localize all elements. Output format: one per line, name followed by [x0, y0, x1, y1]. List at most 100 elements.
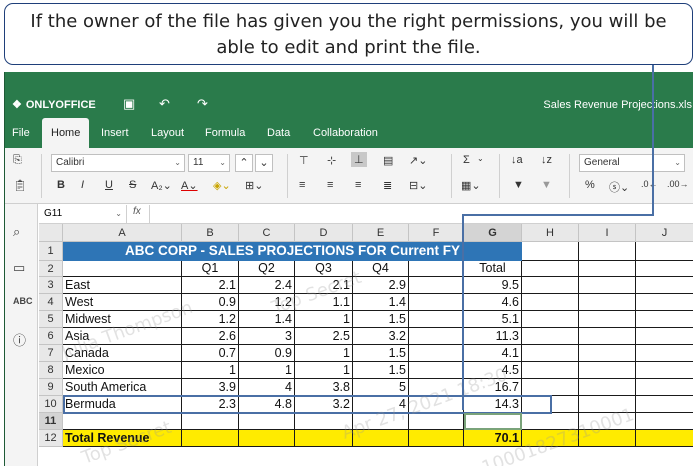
- paste-icon[interactable]: 📋︎: [13, 179, 27, 192]
- value-cell[interactable]: 0.9: [239, 345, 295, 362]
- merge-cells-icon[interactable]: ⊟⌄: [409, 179, 427, 192]
- align-bottom-icon[interactable]: ⊥: [351, 152, 367, 167]
- row-header[interactable]: 5: [39, 311, 63, 328]
- italic-button[interactable]: I: [81, 179, 84, 191]
- sheet-cell[interactable]: [522, 242, 579, 261]
- column-label-cell[interactable]: [63, 261, 182, 277]
- sheet-cell[interactable]: [409, 430, 464, 447]
- sort-ascending-icon[interactable]: ↓a: [511, 154, 523, 166]
- value-cell[interactable]: 2.5: [295, 328, 353, 345]
- align-top-icon[interactable]: ⊤: [299, 154, 309, 167]
- sheet-cell[interactable]: [522, 311, 579, 328]
- sheet-cell[interactable]: [295, 430, 353, 447]
- column-header[interactable]: H: [522, 224, 579, 242]
- comments-icon[interactable]: ▭: [13, 260, 25, 276]
- sheet-cell[interactable]: [579, 396, 636, 413]
- percent-button[interactable]: %: [585, 179, 595, 191]
- total-cell[interactable]: 5.1: [464, 311, 522, 328]
- total-cell[interactable]: 4.6: [464, 294, 522, 311]
- borders-icon[interactable]: ⊞⌄: [245, 179, 263, 192]
- sheet-cell[interactable]: [409, 362, 464, 379]
- column-header[interactable]: B: [182, 224, 239, 242]
- row-header[interactable]: 3: [39, 277, 63, 294]
- select-all-corner[interactable]: [39, 224, 63, 242]
- clear-filter-icon[interactable]: ▼: [541, 179, 552, 191]
- tab-home[interactable]: Home: [42, 118, 90, 148]
- sheet-cell[interactable]: [522, 328, 579, 345]
- value-cell[interactable]: 3.9: [182, 379, 239, 396]
- value-cell[interactable]: 2.1: [182, 277, 239, 294]
- column-label-cell[interactable]: Q1: [182, 261, 239, 277]
- value-cell[interactable]: 4.8: [239, 396, 295, 413]
- total-revenue-label[interactable]: Total Revenue: [63, 430, 182, 447]
- sheet-cell[interactable]: [579, 277, 636, 294]
- column-label-cell[interactable]: [522, 261, 579, 277]
- total-cell[interactable]: 4.1: [464, 345, 522, 362]
- sheet-cell[interactable]: [522, 396, 579, 413]
- region-cell[interactable]: Midwest: [63, 311, 182, 328]
- row-header[interactable]: 2: [39, 261, 63, 277]
- value-cell[interactable]: 5: [353, 379, 409, 396]
- spreadsheet-grid[interactable]: A B C D E F G H I J 1 2 3 4 5 6 7 8 9 10 11 12 ABC CORP - SALE…: [39, 224, 693, 466]
- currency-icon[interactable]: ⓢ⌄: [609, 179, 629, 195]
- region-cell[interactable]: Mexico: [63, 362, 182, 379]
- sheet-cell[interactable]: [636, 328, 693, 345]
- row-header[interactable]: 10: [39, 396, 63, 413]
- sheet-cell[interactable]: [409, 413, 464, 430]
- value-cell[interactable]: 2.4: [239, 277, 295, 294]
- sheet-cell[interactable]: [636, 311, 693, 328]
- column-label-cell[interactable]: [409, 261, 464, 277]
- sheet-cell[interactable]: [63, 413, 182, 430]
- row-header[interactable]: 6: [39, 328, 63, 345]
- sheet-title-banner[interactable]: ABC CORP - SALES PROJECTIONS FOR Current…: [63, 242, 522, 261]
- sheet-cell[interactable]: [636, 277, 693, 294]
- sheet-cell[interactable]: [464, 413, 522, 430]
- copy-icon[interactable]: ⎘: [13, 154, 22, 167]
- sheet-cell[interactable]: [409, 345, 464, 362]
- sheet-cell[interactable]: [522, 413, 579, 430]
- column-label-cell[interactable]: [579, 261, 636, 277]
- value-cell[interactable]: 1.2: [182, 311, 239, 328]
- underline-button[interactable]: U: [105, 179, 113, 191]
- undo-icon[interactable]: ↶: [159, 96, 170, 112]
- font-size-select[interactable]: 11 ⌄: [188, 154, 230, 172]
- sheet-cell[interactable]: [522, 277, 579, 294]
- value-cell[interactable]: 1.2: [239, 294, 295, 311]
- sheet-cell[interactable]: [522, 430, 579, 447]
- column-header[interactable]: E: [353, 224, 409, 242]
- value-cell[interactable]: 2.3: [182, 396, 239, 413]
- increase-decimal-icon[interactable]: .00→: [667, 179, 689, 189]
- cell-name-box[interactable]: G11 ⌄: [39, 205, 127, 223]
- align-middle-icon[interactable]: ⊹: [327, 154, 336, 167]
- sheet-cell[interactable]: [409, 379, 464, 396]
- bold-button[interactable]: B: [57, 179, 65, 191]
- tab-collaboration[interactable]: Collaboration: [313, 118, 378, 148]
- superscript-icon[interactable]: A₂⌄: [151, 179, 172, 192]
- font-name-select[interactable]: Calibri ⌄: [51, 154, 185, 172]
- sheet-cell[interactable]: [579, 430, 636, 447]
- value-cell[interactable]: 1.4: [239, 311, 295, 328]
- column-label-cell[interactable]: Q4: [353, 261, 409, 277]
- row-header[interactable]: 8: [39, 362, 63, 379]
- value-cell[interactable]: 4: [239, 379, 295, 396]
- sheet-cell[interactable]: [239, 413, 295, 430]
- value-cell[interactable]: 1: [295, 362, 353, 379]
- align-justify-icon[interactable]: ≣: [383, 179, 392, 192]
- increase-font-icon[interactable]: ⌃: [235, 154, 253, 172]
- chevron-down-icon[interactable]: ⌄: [477, 154, 484, 163]
- sheet-cell[interactable]: [579, 328, 636, 345]
- align-center-icon[interactable]: ≡: [327, 179, 333, 191]
- spellcheck-icon[interactable]: ABC: [13, 296, 33, 306]
- row-header[interactable]: 1: [39, 242, 63, 261]
- region-cell[interactable]: East: [63, 277, 182, 294]
- value-cell[interactable]: 4: [353, 396, 409, 413]
- sheet-cell[interactable]: [579, 379, 636, 396]
- row-header[interactable]: 9: [39, 379, 63, 396]
- value-cell[interactable]: 1: [295, 345, 353, 362]
- sheet-cell[interactable]: [409, 277, 464, 294]
- sheet-cell[interactable]: [579, 242, 636, 261]
- about-icon[interactable]: ⓘ: [13, 330, 26, 349]
- region-cell[interactable]: Asia: [63, 328, 182, 345]
- column-label-cell[interactable]: Q2: [239, 261, 295, 277]
- orientation-icon[interactable]: ↗⌄: [409, 154, 427, 167]
